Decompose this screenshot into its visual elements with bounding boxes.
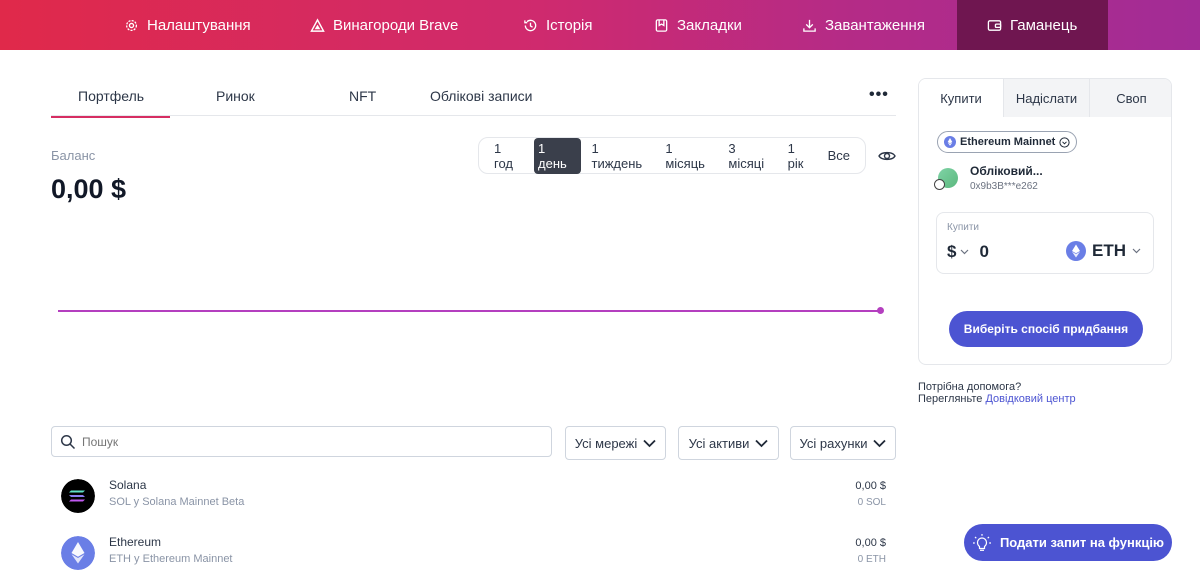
asset-network: ETH у Ethereum Mainnet (109, 553, 233, 565)
portfolio-tabs: Портфель Ринок NFT Облікові записи ••• (50, 80, 896, 118)
balance-chart-endpoint (877, 307, 884, 314)
bookmark-icon (655, 18, 668, 32)
time-range-1d[interactable]: 1 день (534, 137, 581, 174)
tab-accounts[interactable]: Облікові записи (430, 88, 533, 104)
tab-portfolio[interactable]: Портфель (50, 88, 171, 118)
buy-amount-box: Купити $ 0 ETH (936, 212, 1154, 274)
buy-label: Купити (947, 222, 979, 233)
nav-item-bookmarks[interactable]: Закладки (654, 0, 742, 50)
feature-request-button[interactable]: Подати запит на функцію (964, 524, 1172, 561)
balance-value: 0,00 $ (51, 174, 127, 204)
asset-amount: 0 SOL (857, 497, 886, 508)
chevron-down-icon (1132, 248, 1141, 254)
eye-icon[interactable] (878, 148, 896, 164)
nav-item-history[interactable]: Історія (523, 0, 593, 50)
nav-item-label: Гаманець (1010, 16, 1078, 34)
nav-item-wallet[interactable]: Гаманець (957, 0, 1108, 50)
nav-item-label: Завантаження (825, 16, 925, 34)
network-name: Ethereum Mainnet (960, 136, 1056, 148)
filter-assets-label: Усі активи (688, 435, 750, 451)
nav-item-downloads[interactable]: Завантаження (802, 0, 925, 50)
asset-name: Solana (109, 478, 147, 492)
buy-amount-field[interactable]: $ 0 (947, 242, 989, 262)
currency-selector[interactable]: $ (947, 242, 956, 262)
time-range-1m[interactable]: 1 місяць (662, 138, 717, 174)
tab-market[interactable]: Ринок (216, 88, 255, 104)
asset-network: SOL у Solana Mainnet Beta (109, 496, 245, 508)
chevron-down-icon (1059, 136, 1070, 148)
filter-assets[interactable]: Усі активи (678, 426, 779, 460)
chevron-down-icon (961, 249, 969, 255)
help-center-link[interactable]: Довідковий центр (985, 393, 1075, 405)
filter-accounts[interactable]: Усі рахунки (790, 426, 896, 460)
time-range-1w[interactable]: 1 тиждень (589, 138, 655, 174)
select-purchase-method-button[interactable]: Виберіть спосіб придбання (949, 311, 1143, 347)
chevron-down-icon (755, 439, 769, 447)
account-address: 0x9b3B***e262 (970, 181, 1038, 192)
nav-item-label: Винагороди Brave (333, 16, 459, 34)
filter-networks[interactable]: Усі мережі (565, 426, 666, 460)
ethereum-icon (61, 536, 95, 570)
solana-icon (61, 479, 95, 513)
ethereum-icon (944, 136, 956, 148)
feature-request-label: Подати запит на функцію (999, 535, 1165, 550)
asset-fiat-value: 0,00 $ (855, 537, 886, 549)
tab-nft[interactable]: NFT (349, 88, 376, 104)
buy-send-swap-panel: Купити Надіслати Своп Ethereum Mainnet О… (918, 78, 1172, 365)
tab-buy[interactable]: Купити (919, 79, 1003, 117)
ethereum-icon (1066, 241, 1086, 261)
account-dropdown-icon[interactable] (934, 179, 945, 190)
gear-icon (125, 19, 138, 31)
nav-item-label: Закладки (677, 16, 742, 34)
search-box[interactable] (51, 426, 552, 457)
help-line-1: Потрібна допомога? (918, 381, 1022, 393)
nav-item-settings[interactable]: Налаштування (124, 0, 251, 50)
top-navigation-bar: Налаштування Винагороди Brave Історія За… (0, 0, 1200, 50)
tab-send[interactable]: Надіслати (1003, 79, 1089, 117)
account-name: Обліковий... (970, 164, 1043, 178)
nav-item-label: Історія (546, 16, 593, 34)
time-range-3m[interactable]: 3 місяці (725, 138, 776, 174)
nav-item-label: Налаштування (147, 16, 251, 34)
asset-amount: 0 ETH (857, 554, 886, 565)
asset-name: Ethereum (109, 535, 162, 549)
history-icon (524, 19, 537, 31)
chevron-down-icon (873, 439, 887, 447)
chevron-down-icon (643, 439, 656, 447)
asset-row[interactable]: Solana SOL у Solana Mainnet Beta 0,00 $ … (61, 477, 896, 517)
tab-swap[interactable]: Своп (1089, 79, 1171, 117)
asset-row[interactable]: Ethereum ETH у Ethereum Mainnet 0,00 $ 0… (61, 534, 896, 574)
help-text: Потрібна допомога? Перегляньте Довідкови… (918, 381, 1076, 405)
wallet-icon (987, 19, 1002, 31)
filter-accounts-label: Усі рахунки (799, 435, 868, 451)
time-range-1h[interactable]: 1 год (491, 138, 526, 174)
more-options-button[interactable]: ••• (869, 86, 889, 104)
time-range-selector: 1 год 1 день 1 тиждень 1 місяць 3 місяці… (478, 137, 866, 174)
search-icon (60, 434, 76, 449)
network-selector[interactable]: Ethereum Mainnet (937, 131, 1078, 153)
amount-input[interactable]: 0 (979, 242, 988, 262)
time-range-all[interactable]: Все (825, 145, 853, 166)
lightbulb-icon (972, 533, 991, 551)
filter-networks-label: Усі мережі (574, 435, 638, 451)
balance-label: Баланс (51, 148, 96, 163)
asset-selector[interactable]: ETH (1066, 241, 1141, 261)
time-range-1y[interactable]: 1 рік (785, 138, 817, 174)
search-input[interactable] (82, 434, 502, 449)
download-icon (803, 19, 816, 32)
asset-symbol: ETH (1092, 241, 1126, 260)
balance-chart-line (58, 310, 880, 312)
asset-fiat-value: 0,00 $ (855, 480, 886, 492)
nav-item-rewards[interactable]: Винагороди Brave (310, 0, 458, 50)
help-line-2: Перегляньте (918, 393, 983, 405)
rewards-triangle-icon (310, 17, 325, 32)
